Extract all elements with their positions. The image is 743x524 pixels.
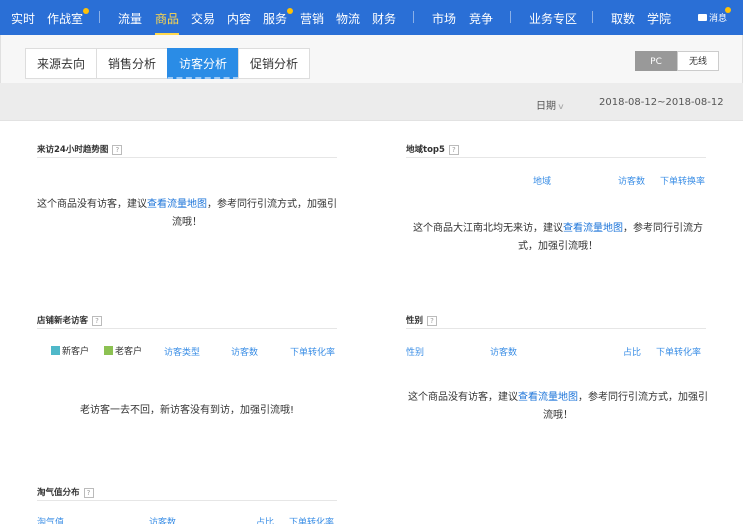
nav-divider — [413, 11, 414, 23]
nav-business-zone[interactable]: 业务专区 — [529, 10, 577, 27]
col-order-conversion[interactable]: 下单转化率 — [290, 345, 335, 358]
legend-old-customer: 老客户 — [104, 344, 142, 357]
traffic-map-link[interactable]: 查看流量地图 — [563, 223, 623, 234]
gender-empty-message: 这个商品没有访客，建议查看流量地图，参考同行引流方式，加强引流哦！ — [406, 389, 710, 425]
date-range: 2018-08-12~2018-08-12 — [599, 97, 724, 108]
col-taoqi[interactable]: 淘气值 — [37, 515, 64, 524]
nav-logistics[interactable]: 物流 — [336, 10, 360, 27]
nav-trade[interactable]: 交易 — [191, 10, 215, 27]
region-empty-text: 这个商品大江南北均无来访，建议 — [413, 223, 563, 234]
traffic-map-link[interactable]: 查看流量地图 — [147, 199, 207, 210]
col-order-conversion[interactable]: 下单转化率 — [289, 515, 334, 524]
notification-dot — [287, 8, 294, 14]
col-share[interactable]: 占比 — [256, 515, 274, 524]
nav-product[interactable]: 商品 — [155, 10, 180, 35]
region-title-text: 地域top5 — [406, 145, 445, 155]
hourly-empty-message: 这个商品没有访客，建议查看流量地图，参考同行引流方式，加强引流哦！ — [37, 196, 337, 232]
nav-war-room-label: 作战室 — [47, 12, 84, 26]
col-visitors[interactable]: 访客数 — [490, 345, 517, 358]
legend-old-label: 老客户 — [115, 347, 143, 357]
envelope-icon — [698, 14, 707, 21]
message-button[interactable]: 消息 — [698, 7, 732, 24]
col-gender[interactable]: 性别 — [406, 345, 424, 358]
taoqi-distribution-title: 淘气值分布? — [37, 486, 94, 498]
nav-divider — [99, 11, 100, 23]
device-pc-button[interactable]: PC — [635, 51, 677, 71]
nav-academy[interactable]: 学院 — [647, 10, 671, 27]
nav-content[interactable]: 内容 — [227, 10, 251, 27]
help-icon[interactable]: ? — [92, 315, 103, 326]
notification-dot — [725, 7, 732, 13]
help-icon[interactable]: ? — [427, 315, 438, 326]
legend-swatch — [104, 346, 113, 355]
nav-traffic[interactable]: 流量 — [118, 10, 142, 27]
nav-divider — [592, 11, 593, 23]
date-bar: 日期∨ 2018-08-12~2018-08-12 — [0, 83, 743, 121]
nav-competition[interactable]: 竞争 — [469, 10, 493, 27]
col-visitors[interactable]: 访客数 — [231, 345, 258, 358]
gender-title: 性别? — [406, 314, 438, 326]
tab-sales-analysis[interactable]: 销售分析 — [96, 48, 169, 79]
nav-finance[interactable]: 财务 — [372, 10, 396, 27]
col-visitor-type[interactable]: 访客类型 — [164, 345, 200, 358]
divider — [37, 157, 337, 158]
notification-dot — [83, 8, 90, 14]
col-region[interactable]: 地域 — [533, 174, 551, 187]
date-dropdown[interactable]: 日期∨ — [536, 97, 565, 112]
divider — [406, 157, 706, 158]
legend-new-label: 新客户 — [62, 347, 90, 357]
col-share[interactable]: 占比 — [623, 345, 641, 358]
col-visitors[interactable]: 访客数 — [149, 515, 176, 524]
divider — [406, 328, 706, 329]
divider — [37, 500, 337, 501]
divider — [37, 328, 337, 329]
chevron-down-icon: ∨ — [557, 102, 565, 111]
region-empty-message: 这个商品大江南北均无来访，建议查看流量地图，参考同行引流方式，加强引流哦！ — [406, 220, 710, 256]
nav-realtime[interactable]: 实时 — [11, 10, 35, 27]
new-old-visitors-title: 店铺新老访客? — [37, 314, 103, 326]
hourly-empty-text: 这个商品没有访客，建议 — [37, 199, 147, 210]
message-label: 消息 — [709, 14, 728, 24]
traffic-map-link[interactable]: 查看流量地图 — [518, 392, 578, 403]
new-old-empty-message: 老访客一去不回，新访客没有到访，加强引流哦! — [79, 405, 294, 416]
nav-marketing[interactable]: 营销 — [300, 10, 324, 27]
help-icon[interactable]: ? — [83, 487, 94, 498]
tab-visitor-analysis[interactable]: 访客分析 — [167, 48, 240, 79]
nav-war-room[interactable]: 作战室 — [47, 8, 90, 27]
analysis-tabs: 来源去向 销售分析 访客分析 促销分析 — [25, 48, 311, 79]
date-label: 日期 — [536, 101, 556, 112]
hourly-trend-title: 来访24小时趋势图? — [37, 143, 123, 155]
region-top5-title: 地域top5? — [406, 143, 459, 155]
nav-market[interactable]: 市场 — [432, 10, 456, 27]
gender-title-text: 性别 — [406, 316, 424, 326]
col-visitors[interactable]: 访客数 — [618, 174, 645, 187]
nav-service-label: 服务 — [263, 12, 288, 26]
legend-new-customer: 新客户 — [51, 344, 89, 357]
device-wireless-button[interactable]: 无线 — [677, 51, 719, 71]
taoqi-title-text: 淘气值分布 — [37, 488, 80, 498]
hourly-trend-title-text: 来访24小时趋势图 — [37, 145, 109, 155]
tab-promotion-analysis[interactable]: 促销分析 — [238, 48, 311, 79]
help-icon[interactable]: ? — [112, 144, 123, 155]
device-switch: PC 无线 — [635, 51, 719, 71]
tab-source[interactable]: 来源去向 — [25, 48, 98, 79]
legend-swatch — [51, 346, 60, 355]
nav-data[interactable]: 取数 — [611, 10, 635, 27]
nav-service[interactable]: 服务 — [263, 8, 294, 27]
new-old-title-text: 店铺新老访客 — [37, 316, 89, 326]
col-order-conversion[interactable]: 下单转化率 — [656, 345, 701, 358]
nav-divider — [510, 11, 511, 23]
help-icon[interactable]: ? — [448, 144, 459, 155]
top-nav: 实时 作战室 流量 商品 交易 内容 服务 营销 物流 财务 市场 竞争 业务专… — [0, 0, 743, 35]
sub-tab-bar: 来源去向 销售分析 访客分析 促销分析 PC 无线 — [0, 35, 743, 83]
col-order-conversion[interactable]: 下单转换率 — [660, 174, 705, 187]
gender-empty-text: 这个商品没有访客，建议 — [408, 392, 518, 403]
